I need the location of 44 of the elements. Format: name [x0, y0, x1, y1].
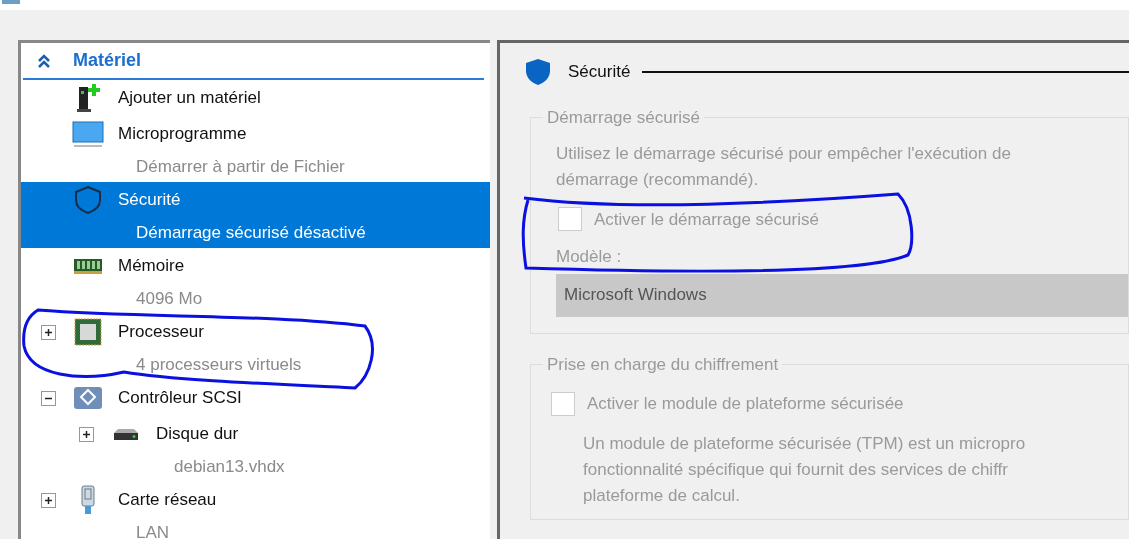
network-adapter-icon: [78, 484, 98, 516]
item-title: Sécurité: [118, 189, 181, 212]
add-hardware-icon: [75, 83, 101, 113]
item-detail: Démarrage sécurisé désactivé: [136, 222, 366, 245]
tree-item[interactable]: Processeur 4 processeurs virtuels: [21, 314, 490, 380]
item-title: Contrôleur SCSI: [118, 387, 242, 410]
description-text: Un module de plateforme sécurisée (TPM) est un micropro fonctionnalité spécifique qui fournit des services de chiffr plateforme de calcul.: [583, 432, 1027, 507]
shield-icon: [524, 58, 552, 86]
field-label: Modèle :: [556, 246, 623, 268]
tree-item[interactable]: Carte réseau LAN: [21, 482, 490, 539]
tree-item[interactable]: Sécurité Démarrage sécurisé désactivé: [21, 182, 490, 248]
group-title: Prise en charge du chiffrement: [546, 353, 780, 376]
panel-title: Sécurité: [568, 61, 631, 84]
checkbox-label: Activer le démarrage sécurisé: [594, 208, 819, 231]
item-title: Processeur: [118, 321, 204, 344]
item-title: Ajouter un matériel: [118, 87, 261, 110]
monitor-icon: [72, 119, 104, 149]
item-detail: 4096 Mo: [136, 288, 203, 311]
tree-header[interactable]: Matériel: [23, 43, 484, 80]
section-title: Matériel: [73, 49, 142, 72]
item-detail: Démarrer à partir de Fichier: [136, 156, 345, 179]
tree-item[interactable]: Microprogramme Démarrer à partir de Fichier: [21, 116, 490, 182]
description-text: Utilisez le démarrage sécurisé pour empêcher l'exécution de démarrage (recommandé).: [556, 142, 1012, 191]
tree-item[interactable]: Ajouter un matériel: [21, 80, 490, 116]
item-detail: 4 processeurs virtuels: [136, 354, 302, 377]
chip-icon: [73, 317, 103, 347]
tree-item[interactable]: Mémoire 4096 Mo: [21, 248, 490, 314]
tree-item[interactable]: Disque dur debian13.vhdx: [21, 416, 490, 482]
expand-icon[interactable]: [79, 426, 94, 442]
checkbox-label: Activer le module de plateforme sécurisée: [587, 393, 904, 415]
chevron-up-icon: [37, 52, 51, 69]
item-title: Disque dur: [156, 423, 239, 446]
item-title: Carte réseau: [118, 489, 217, 512]
tree-item[interactable]: Contrôleur SCSI: [21, 380, 490, 416]
expand-icon[interactable]: [41, 492, 56, 508]
item-title: Microprogramme: [118, 123, 247, 146]
item-detail: debian13.vhdx: [174, 456, 285, 479]
memory-icon: [73, 256, 103, 276]
shield-icon: [73, 185, 103, 215]
collapse-icon[interactable]: [41, 390, 56, 406]
group-title: Démarrage sécurisé: [546, 107, 702, 129]
expand-icon[interactable]: [41, 324, 56, 340]
item-title: Mémoire: [118, 255, 185, 278]
item-detail: LAN: [136, 522, 170, 539]
